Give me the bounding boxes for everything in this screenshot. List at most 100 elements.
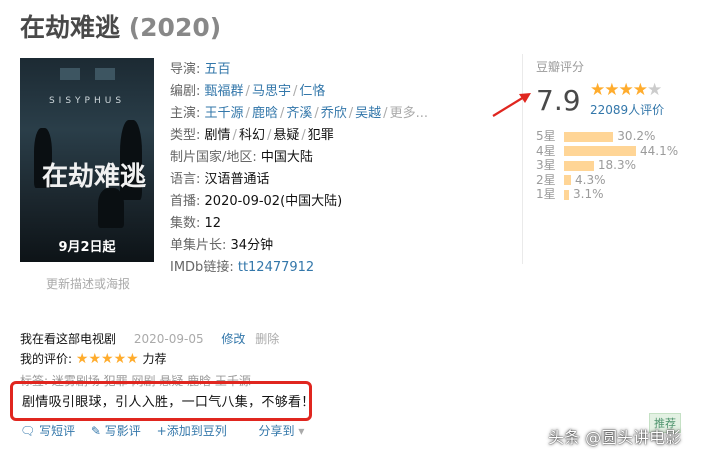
my-rating-stars: ★★★★★ <box>76 351 139 367</box>
director-link[interactable]: 五百 <box>205 62 231 77</box>
poster-window-decor <box>60 68 80 80</box>
poster-figure <box>98 188 124 228</box>
rating-bar-row: 1星 3.1% <box>536 188 604 201</box>
rating-bar <box>564 131 614 142</box>
rating-bar-label: 2星 <box>536 172 556 187</box>
info-writers: 编剧: 甄福群 / 马思宇 / 仁恪 <box>170 84 326 99</box>
episodes-key: 集数: <box>170 216 201 231</box>
info-genres: 类型: 剧情 / 科幻 / 悬疑 / 犯罪 <box>170 128 334 143</box>
episodes-value: 12 <box>204 216 222 231</box>
writer-link[interactable]: 甄福群 <box>205 84 244 99</box>
imdb-key: IMDb链接: <box>170 260 234 275</box>
rating-bar-label: 5星 <box>536 129 556 143</box>
star-filled-icon: ★ <box>88 351 101 367</box>
rating-bar-label: 1星 <box>536 187 556 201</box>
comment-icon: 🗨 <box>20 424 36 438</box>
edit-link[interactable]: 修改 <box>221 332 245 346</box>
rating-divider <box>522 54 523 264</box>
rating-bar-percent: 18.3% <box>597 158 636 172</box>
star-filled-icon: ★ <box>126 351 139 367</box>
chevron-down-icon: ▾ <box>298 424 305 438</box>
star-filled-icon: ★ <box>604 80 619 100</box>
page-title: 在劫难逃 (2020) <box>20 8 221 44</box>
rating-title: 豆瓣评分 <box>536 60 585 74</box>
genre-key: 类型: <box>170 128 201 143</box>
rating-bar-percent: 3.1% <box>573 187 604 201</box>
star-filled-icon: ★ <box>632 80 648 100</box>
watermark: 头条 @圆头讲电影 <box>548 428 682 447</box>
rating-votes-link[interactable]: 22089人评价 <box>590 101 664 118</box>
rating-score: 7.9 <box>536 84 581 117</box>
info-imdb: IMDb链接: tt12477912 <box>170 256 314 275</box>
rating-stars: ★★★★★ <box>590 80 662 100</box>
poster-title-text: 在劫难逃 <box>42 162 147 192</box>
poster-window-decor <box>95 68 115 80</box>
genre-value: 犯罪 <box>307 128 334 143</box>
cast-key: 主演: <box>170 106 201 121</box>
share-link[interactable]: 分享到 <box>259 424 295 438</box>
info-language: 语言: 汉语普通话 <box>170 168 270 187</box>
cast-link[interactable]: 齐溪 <box>286 106 312 121</box>
star-filled-icon: ★ <box>101 351 114 367</box>
genre-value: 科幻 <box>238 128 265 143</box>
cast-link[interactable]: 吴越 <box>355 106 381 121</box>
country-value: 中国大陆 <box>260 150 313 165</box>
rating-bar-row: 4星 44.1% <box>536 143 679 158</box>
rating-bar-percent: 4.3% <box>575 172 606 187</box>
genre-value: 悬疑 <box>273 128 300 143</box>
premiere-value: 2020-09-02(中国大陆) <box>204 194 343 209</box>
rating-bar-row: 5星 30.2% <box>536 130 655 143</box>
delete-link[interactable]: 删除 <box>255 332 279 346</box>
rating-bar-label: 4星 <box>536 143 556 158</box>
write-short-comment-link[interactable]: 写短评 <box>39 424 75 438</box>
my-rating-text: 力荐 <box>142 352 167 366</box>
cast-more-link[interactable]: 更多... <box>390 106 428 121</box>
runtime-key: 单集片长: <box>170 238 227 253</box>
premiere-key: 首播: <box>170 194 201 209</box>
info-episodes: 集数: 12 <box>170 212 221 231</box>
info-runtime: 单集片长: 34分钟 <box>170 234 273 253</box>
rating-bar-row: 2星 4.3% <box>536 172 606 187</box>
country-key: 制片国家/地区: <box>170 150 257 165</box>
update-poster-link[interactable]: 更新描述或海报 <box>46 275 130 292</box>
title-name: 在劫难逃 <box>20 13 121 42</box>
writer-link[interactable]: 仁恪 <box>299 84 325 99</box>
info-director: 导演: 五百 <box>170 58 231 77</box>
my-status-date: 2020-09-05 <box>133 332 204 346</box>
rating-bar-label: 3星 <box>536 158 556 172</box>
cast-link[interactable]: 鹿晗 <box>252 106 278 121</box>
my-rating-row: 我的评价: ★★★★★ 力荐 <box>20 350 167 367</box>
imdb-link[interactable]: tt12477912 <box>238 260 314 275</box>
director-key: 导演: <box>170 62 201 77</box>
star-filled-icon: ★ <box>75 351 89 367</box>
language-key: 语言: <box>170 172 201 187</box>
arrow-annotation-icon <box>492 93 531 117</box>
rating-bar <box>564 189 570 200</box>
star-filled-icon: ★ <box>113 351 127 367</box>
rating-bar-percent: 30.2% <box>617 129 656 143</box>
my-status-row: 我在看这部电视剧 2020-09-05 修改 删除 <box>20 330 279 347</box>
poster-release-text: 9月2日起 <box>58 240 116 255</box>
my-rating-label: 我的评价: <box>20 352 73 366</box>
star-empty-icon: ★ <box>647 80 662 100</box>
my-comment: 剧情吸引眼球，引人入胜，一口气八集，不够看！ <box>22 395 315 410</box>
rating-bar-percent: 44.1% <box>640 143 679 158</box>
poster-top-text: SISYPHUS <box>48 96 126 106</box>
info-premiere: 首播: 2020-09-02(中国大陆) <box>170 190 342 209</box>
rating-bar <box>564 175 572 185</box>
cast-link[interactable]: 王千源 <box>205 106 244 121</box>
write-review-link[interactable]: 写影评 <box>105 424 141 438</box>
action-bar: 🗨 写短评 ✎ 写影评 +添加到豆列 分享到 ▾ <box>20 422 304 439</box>
rating-bar <box>564 160 594 171</box>
runtime-value: 34分钟 <box>230 238 274 253</box>
rating-bar-row: 3星 18.3% <box>536 159 636 172</box>
add-to-doulist-link[interactable]: +添加到豆列 <box>157 424 227 438</box>
info-cast: 主演: 王千源 / 鹿晗 / 齐溪 / 乔欣 / 吴越 / 更多... <box>170 106 428 121</box>
pencil-icon: ✎ <box>90 424 101 438</box>
genre-value: 剧情 <box>204 128 231 143</box>
my-status: 我在看这部电视剧 <box>20 332 117 346</box>
cast-link[interactable]: 乔欣 <box>321 106 347 121</box>
writer-link[interactable]: 马思宇 <box>252 84 291 99</box>
star-filled-icon: ★ <box>590 80 605 100</box>
poster-image[interactable]: SISYPHUS 在劫难逃 9月2日起 <box>20 58 154 262</box>
